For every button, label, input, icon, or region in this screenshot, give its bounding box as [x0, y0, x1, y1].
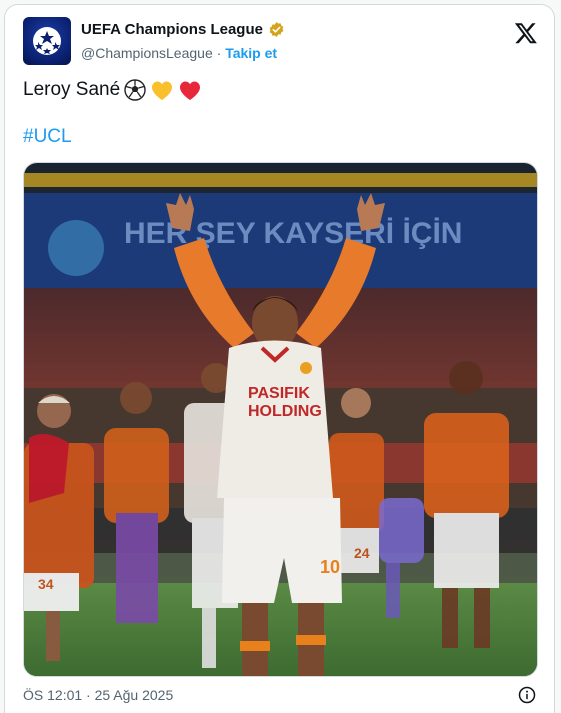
- starball-logo-icon: [33, 27, 61, 55]
- tweet-card: UEFA Champions League @ChampionsLeague ·…: [4, 4, 555, 713]
- separator: ·: [212, 45, 226, 61]
- yellow-heart-icon: [150, 79, 174, 101]
- red-heart-icon: [178, 79, 202, 101]
- info-icon[interactable]: [518, 686, 536, 704]
- handle-row: @ChampionsLeague · Takip et: [81, 45, 277, 61]
- soccer-ball-icon: [124, 79, 146, 101]
- name-row: UEFA Champions League: [81, 21, 285, 38]
- account-name[interactable]: UEFA Champions League: [81, 21, 263, 38]
- photo-scene: HER ŞEY KAYSERİ İÇİN 34 24 PASIFIK HOLDI…: [24, 163, 537, 676]
- player-number-right: 24: [354, 545, 370, 561]
- tweet-text: Leroy Sané: [23, 78, 202, 102]
- tweet-photo[interactable]: HER ŞEY KAYSERİ İÇİN 34 24 PASIFIK HOLDI…: [23, 162, 538, 677]
- tweet-timestamp[interactable]: ÖS 12:01 · 25 Ağu 2025: [23, 687, 173, 703]
- shorts-number: 10: [320, 557, 340, 577]
- shirt-sponsor-line1: PASIFIK: [248, 385, 310, 402]
- player-number-left: 34: [38, 576, 54, 592]
- account-handle[interactable]: @ChampionsLeague: [81, 45, 213, 61]
- avatar[interactable]: [23, 17, 71, 65]
- verified-badge-icon: [269, 22, 284, 37]
- hashtag-link[interactable]: #UCL: [23, 126, 72, 148]
- shirt-sponsor-line2: HOLDING: [248, 403, 322, 420]
- follow-button[interactable]: Takip et: [225, 45, 277, 61]
- tweet-body: Leroy Sané: [23, 79, 121, 100]
- x-logo-icon[interactable]: [514, 21, 538, 45]
